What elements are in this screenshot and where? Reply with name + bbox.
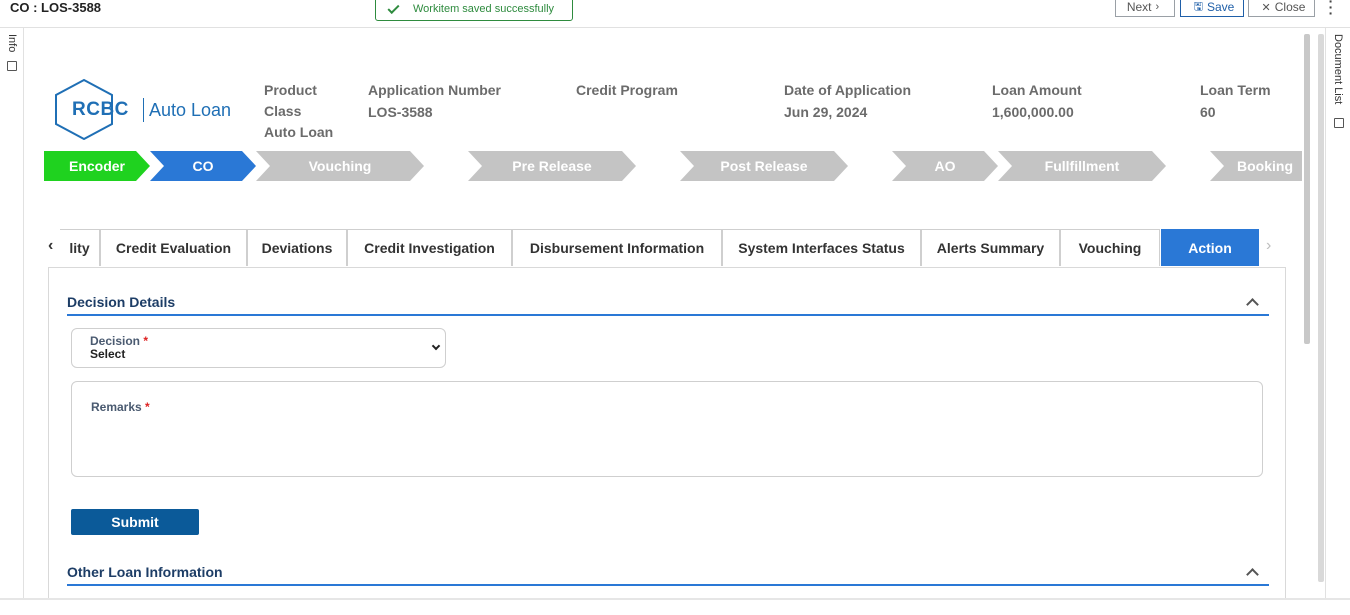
save-button[interactable]: 🖫 Save xyxy=(1180,0,1244,17)
tab-label: Disbursement Information xyxy=(529,240,705,256)
tab-label: Alerts Summary xyxy=(936,240,1045,256)
check-icon xyxy=(387,1,400,14)
tab-system-interfaces-status[interactable]: System Interfaces Status xyxy=(722,229,921,266)
chevron-left-icon[interactable]: ‹ xyxy=(48,237,53,255)
application-number-value: LOS-3588 xyxy=(368,104,433,120)
stage-label: Booking xyxy=(1237,158,1293,174)
stage-label: Encoder xyxy=(68,158,125,174)
chevron-right-icon: › xyxy=(1155,1,1160,13)
tab-credit-evaluation[interactable]: Credit Evaluation xyxy=(100,229,247,266)
close-icon: ✕ xyxy=(1261,1,1271,14)
stage-fullfillment: Fullfillment xyxy=(998,151,1166,181)
chevron-up-icon[interactable] xyxy=(1246,298,1259,311)
top-bar: CO : LOS-3588 Workitem saved successfull… xyxy=(0,0,1350,28)
stage-post-release: Post Release xyxy=(680,151,848,181)
info-icon xyxy=(7,61,17,71)
header-product-class: Product Class Auto Loan xyxy=(264,80,344,140)
remarks-field[interactable]: Remarks * xyxy=(71,381,1263,477)
loan-term-value: 60 xyxy=(1200,104,1216,120)
tab-label: Vouching xyxy=(1078,240,1142,256)
chevron-down-icon xyxy=(431,341,441,351)
other-loan-information-header[interactable]: Other Loan Information xyxy=(67,562,1269,586)
workflow-stages: Encoder CO Vouching Pre Release Post Rel… xyxy=(44,151,1302,181)
decision-details-header[interactable]: Decision Details xyxy=(67,292,1269,316)
tab-vouching[interactable]: Vouching xyxy=(1060,229,1160,266)
stage-pre-release: Pre Release xyxy=(468,151,636,181)
tab-label: Credit Investigation xyxy=(364,240,495,256)
next-button[interactable]: Next › xyxy=(1115,0,1175,17)
vertical-scrollbar-thumb[interactable] xyxy=(1304,34,1310,344)
tab-bar: ‹ lity Credit Evaluation Deviations Cred… xyxy=(48,229,1288,267)
header-loan-amount: Loan Amount 1,600,000.00 xyxy=(992,80,1082,120)
date-label: Date of Application xyxy=(784,82,912,98)
stage-label: Pre Release xyxy=(512,158,592,174)
stage-label: CO xyxy=(192,158,214,174)
product-class-value: Auto Loan xyxy=(264,124,334,140)
submit-button[interactable]: Submit xyxy=(71,509,199,535)
header-application-number: Application Number LOS-3588 xyxy=(368,80,501,120)
next-label: Next xyxy=(1126,0,1152,14)
section-title: Decision Details xyxy=(67,294,176,310)
success-toast: Workitem saved successfully xyxy=(375,0,573,21)
product-class-label-2: Class xyxy=(264,103,302,119)
close-label: Close xyxy=(1274,0,1306,14)
decision-select[interactable]: Decision * Select xyxy=(71,328,446,368)
document-list-rail[interactable]: Document List xyxy=(1325,28,1350,600)
stage-label: Vouching xyxy=(308,158,372,174)
tab-label: System Interfaces Status xyxy=(738,240,905,256)
decision-value: Select xyxy=(90,347,126,361)
stage-label: Post Release xyxy=(720,158,808,174)
action-panel: Decision Details Decision * Select Remar… xyxy=(48,267,1286,600)
section-title: Other Loan Information xyxy=(67,564,223,580)
tab-label: Credit Evaluation xyxy=(115,240,232,256)
save-label: Save xyxy=(1207,0,1235,14)
stage-label: Fullfillment xyxy=(1044,158,1120,174)
close-button[interactable]: ✕ Close xyxy=(1248,0,1315,17)
remarks-label: Remarks * xyxy=(91,400,150,414)
date-value: Jun 29, 2024 xyxy=(784,104,868,120)
rcbc-auto-loan-logo: RCBC Auto Loan xyxy=(54,78,244,140)
vertical-scrollbar-track[interactable] xyxy=(1318,34,1324,582)
stage-vouching: Vouching xyxy=(256,151,424,181)
loan-amount-value: 1,600,000.00 xyxy=(992,104,1074,120)
info-rail-label: Info xyxy=(6,34,18,53)
bottom-divider xyxy=(0,598,1350,600)
logo-divider xyxy=(143,98,144,122)
tab-eligibility[interactable]: lity xyxy=(60,229,100,266)
document-list-label: Document List xyxy=(1332,34,1344,105)
stage-label: AO xyxy=(934,158,956,174)
stage-booking: Booking xyxy=(1210,151,1302,181)
more-options-icon[interactable]: · · · xyxy=(1326,0,1336,20)
tab-disbursement-information[interactable]: Disbursement Information xyxy=(512,229,722,266)
stage-ao: AO xyxy=(892,151,998,181)
stage-encoder: Encoder xyxy=(44,151,150,181)
tab-action[interactable]: Action xyxy=(1161,229,1259,266)
loan-amount-label: Loan Amount xyxy=(992,82,1082,98)
header-loan-term: Loan Term 60 xyxy=(1200,80,1271,120)
loan-term-label: Loan Term xyxy=(1200,82,1271,98)
chevron-up-icon[interactable] xyxy=(1246,568,1259,581)
tab-label: Action xyxy=(1188,240,1232,256)
tab-deviations[interactable]: Deviations xyxy=(247,229,347,266)
header-date-of-application: Date of Application Jun 29, 2024 xyxy=(784,80,911,120)
toast-message: Workitem saved successfully xyxy=(413,2,555,15)
decision-label: Decision * xyxy=(90,334,149,348)
logo-brand: RCBC xyxy=(72,99,129,120)
tab-label: lity xyxy=(69,240,90,256)
workitem-title: CO : LOS-3588 xyxy=(10,0,102,15)
credit-program-label: Credit Program xyxy=(576,82,678,98)
document-list-icon xyxy=(1334,118,1344,128)
info-rail[interactable]: Info xyxy=(0,28,24,600)
chevron-right-icon[interactable]: › xyxy=(1266,237,1271,255)
logo-product: Auto Loan xyxy=(149,100,232,120)
stage-co: CO xyxy=(150,151,256,181)
header-credit-program: Credit Program xyxy=(576,80,678,104)
tab-label: Deviations xyxy=(261,240,333,256)
tab-alerts-summary[interactable]: Alerts Summary xyxy=(921,229,1060,266)
save-icon: 🖫 xyxy=(1193,0,1203,13)
application-number-label: Application Number xyxy=(368,82,502,98)
tab-credit-investigation[interactable]: Credit Investigation xyxy=(347,229,512,266)
product-class-label-1: Product xyxy=(264,82,317,98)
main-content: RCBC Auto Loan Product Class Auto Loan A… xyxy=(32,34,1302,600)
